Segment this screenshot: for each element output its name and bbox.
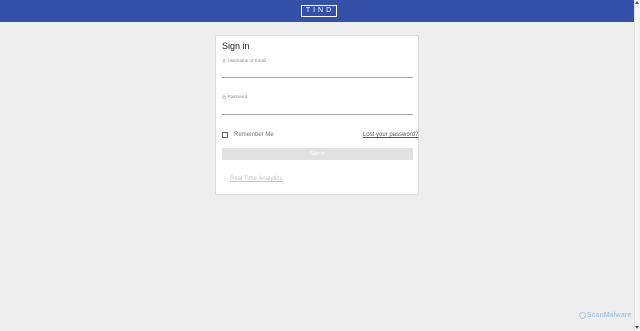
scanmalware-logo-icon xyxy=(579,312,586,319)
password-label-text: Password xyxy=(227,94,248,99)
scroll-up-arrow-icon[interactable] xyxy=(635,1,639,4)
vertical-scrollbar[interactable] xyxy=(634,0,640,331)
username-label: Username or Email xyxy=(222,58,266,63)
sign-in-button[interactable]: Sign In xyxy=(222,148,413,160)
lost-password-link[interactable]: Lost your password? xyxy=(363,132,418,139)
username-input[interactable] xyxy=(222,68,413,78)
password-input[interactable] xyxy=(222,105,413,115)
scanmalware-watermark: ScanMalware xyxy=(579,312,631,319)
scroll-down-arrow-icon[interactable] xyxy=(635,326,639,329)
tind-logo[interactable]: TIND xyxy=(301,5,337,17)
password-label: Password xyxy=(222,94,247,99)
real-time-analytics-link[interactable]: Real Time Analytics xyxy=(230,176,282,183)
watermark-text: ScanMalware xyxy=(587,312,632,319)
lock-icon xyxy=(222,94,226,99)
username-label-text: Username or Email xyxy=(227,58,267,63)
user-icon xyxy=(222,58,226,63)
page-title: Sign in xyxy=(222,41,250,51)
remember-me-label[interactable]: Remember Me xyxy=(234,132,274,139)
remember-me-checkbox[interactable] xyxy=(222,132,228,138)
